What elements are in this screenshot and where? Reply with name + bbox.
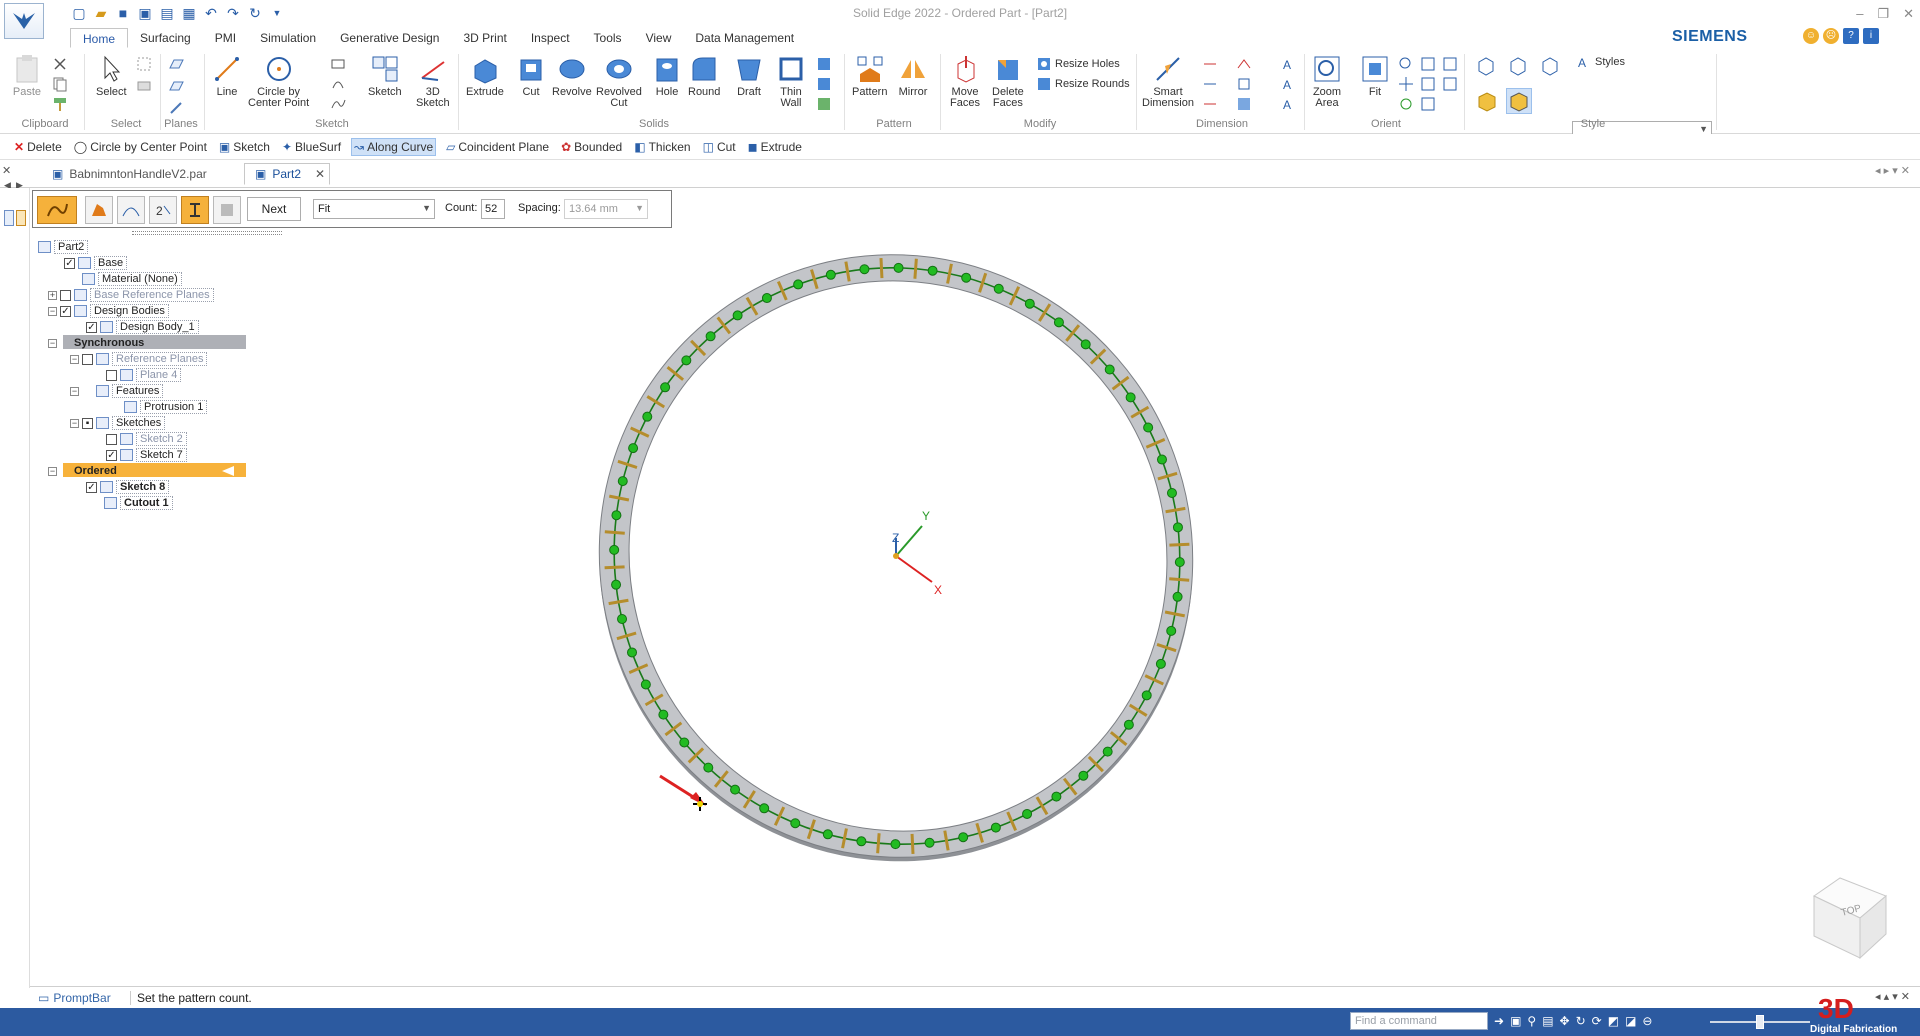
fit-view-icon[interactable]: ▣ bbox=[1510, 1014, 1521, 1028]
pattern-point bbox=[1156, 454, 1167, 465]
rotate-view-icon[interactable]: ↻ bbox=[1576, 1014, 1586, 1028]
prompt-text: Set the pattern count. bbox=[130, 991, 252, 1005]
pattern-point bbox=[761, 293, 772, 304]
graphics-viewport[interactable]: Y Z X TOP bbox=[0, 0, 1920, 986]
pattern-point bbox=[890, 839, 901, 850]
pattern-point bbox=[658, 709, 669, 720]
pattern-point bbox=[893, 262, 904, 273]
pattern-point bbox=[958, 832, 969, 843]
spin-view-icon[interactable]: ⟳ bbox=[1592, 1014, 1602, 1028]
pattern-point bbox=[961, 272, 972, 283]
pattern-point bbox=[990, 822, 1001, 833]
go-icon[interactable]: ➜ bbox=[1494, 1014, 1504, 1028]
view-cube-icon[interactable]: TOP bbox=[1813, 877, 1887, 960]
pattern-point bbox=[1024, 298, 1035, 309]
svg-text:Digital Fabrication: Digital Fabrication bbox=[1810, 1024, 1897, 1034]
zoom-area-view-icon[interactable]: ▤ bbox=[1542, 1014, 1553, 1028]
zoom-view-icon[interactable]: ⚲ bbox=[1527, 1014, 1536, 1028]
pattern-slot bbox=[910, 833, 915, 855]
pattern-point bbox=[703, 762, 714, 773]
pattern-point bbox=[1172, 591, 1183, 602]
view-style-icon[interactable]: ◪ bbox=[1625, 1014, 1636, 1028]
pattern-point bbox=[1172, 522, 1183, 533]
pattern-point bbox=[611, 510, 622, 521]
pattern-point bbox=[642, 411, 653, 422]
pattern-point bbox=[609, 544, 620, 555]
pattern-point bbox=[679, 737, 690, 748]
pattern-point bbox=[617, 614, 628, 625]
pattern-slot bbox=[876, 833, 881, 854]
pattern-point bbox=[628, 443, 639, 454]
zoom-slider-thumb[interactable] bbox=[1756, 1015, 1764, 1029]
pattern-slot bbox=[1169, 577, 1190, 582]
pattern-point bbox=[1078, 770, 1089, 781]
pattern-point bbox=[924, 837, 935, 848]
pattern-point bbox=[1166, 625, 1177, 636]
pattern-point bbox=[825, 269, 836, 280]
promptbar-icon: ▭ bbox=[38, 991, 50, 1005]
pattern-point bbox=[1123, 719, 1134, 730]
pattern-point bbox=[859, 264, 870, 275]
pattern-point bbox=[1104, 364, 1115, 375]
pattern-point bbox=[856, 836, 867, 847]
solid-edge-window: { "window": { "title": "Solid Edge 2022 … bbox=[0, 0, 1920, 1036]
pattern-point bbox=[1051, 791, 1062, 802]
pattern-slot bbox=[879, 257, 884, 279]
pattern-point bbox=[793, 279, 804, 290]
pattern-point bbox=[927, 265, 938, 276]
pattern-point bbox=[611, 579, 622, 590]
pattern-point bbox=[660, 382, 671, 393]
pattern-point bbox=[1174, 557, 1185, 568]
pattern-point bbox=[732, 310, 743, 321]
find-command-input[interactable]: Find a command bbox=[1350, 1012, 1488, 1030]
pattern-point bbox=[1125, 392, 1136, 403]
pattern-point bbox=[640, 679, 651, 690]
axis-y-label: Y bbox=[922, 509, 930, 523]
pattern-point bbox=[627, 647, 638, 658]
pattern-point bbox=[1155, 658, 1166, 669]
sketch-view-icon[interactable]: ◩ bbox=[1608, 1014, 1619, 1028]
pattern-point bbox=[1053, 317, 1064, 328]
pattern-point bbox=[1143, 422, 1154, 433]
pattern-point bbox=[681, 355, 692, 366]
pattern-point bbox=[1022, 808, 1033, 819]
pattern-point bbox=[1080, 339, 1091, 350]
zoom-out-icon[interactable]: ⊖ bbox=[1642, 1014, 1652, 1028]
prompt-bar: ▭ PromptBar Set the pattern count. ◂ ▴ ▾ … bbox=[30, 986, 1920, 1008]
pattern-point bbox=[705, 331, 716, 342]
promptbar-label[interactable]: ▭ PromptBar bbox=[38, 991, 111, 1005]
pattern-point bbox=[822, 829, 833, 840]
view-controls: ➜ ▣ ⚲ ▤ ✥ ↻ ⟳ ◩ ◪ ⊖ bbox=[1494, 1014, 1652, 1028]
status-bar: Find a command ➜ ▣ ⚲ ▤ ✥ ↻ ⟳ ◩ ◪ ⊖ bbox=[0, 1008, 1920, 1036]
pattern-point bbox=[617, 476, 628, 487]
pattern-point bbox=[1102, 746, 1113, 757]
pattern-point bbox=[1166, 487, 1177, 498]
pattern-point bbox=[790, 818, 801, 829]
pattern-point bbox=[1141, 690, 1152, 701]
pan-view-icon[interactable]: ✥ bbox=[1560, 1014, 1570, 1028]
svg-text:3D: 3D bbox=[1818, 993, 1854, 1024]
pattern-slot bbox=[913, 258, 918, 279]
pattern-slot bbox=[1169, 542, 1190, 547]
pattern-point bbox=[730, 784, 741, 795]
pattern-point bbox=[759, 803, 770, 814]
pattern-slot bbox=[604, 565, 625, 570]
digital-fabrication-logo: 3D Digital Fabrication bbox=[1810, 993, 1897, 1034]
pattern-slot bbox=[604, 530, 625, 535]
axis-x-label: X bbox=[934, 583, 942, 597]
axis-z-label: Z bbox=[892, 531, 899, 545]
pattern-point bbox=[993, 283, 1004, 294]
